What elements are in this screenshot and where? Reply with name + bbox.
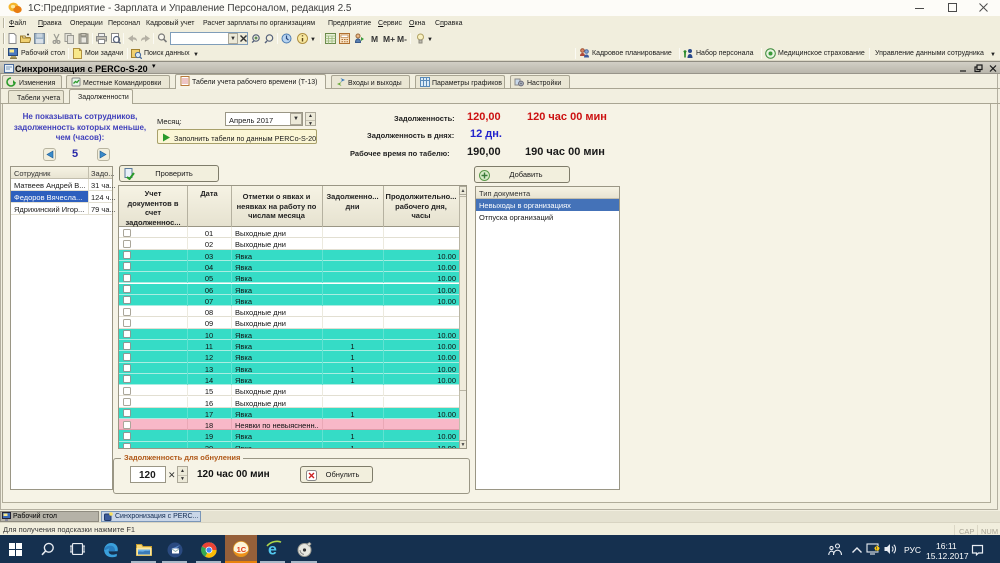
- svg-text:1С: 1С: [237, 545, 247, 554]
